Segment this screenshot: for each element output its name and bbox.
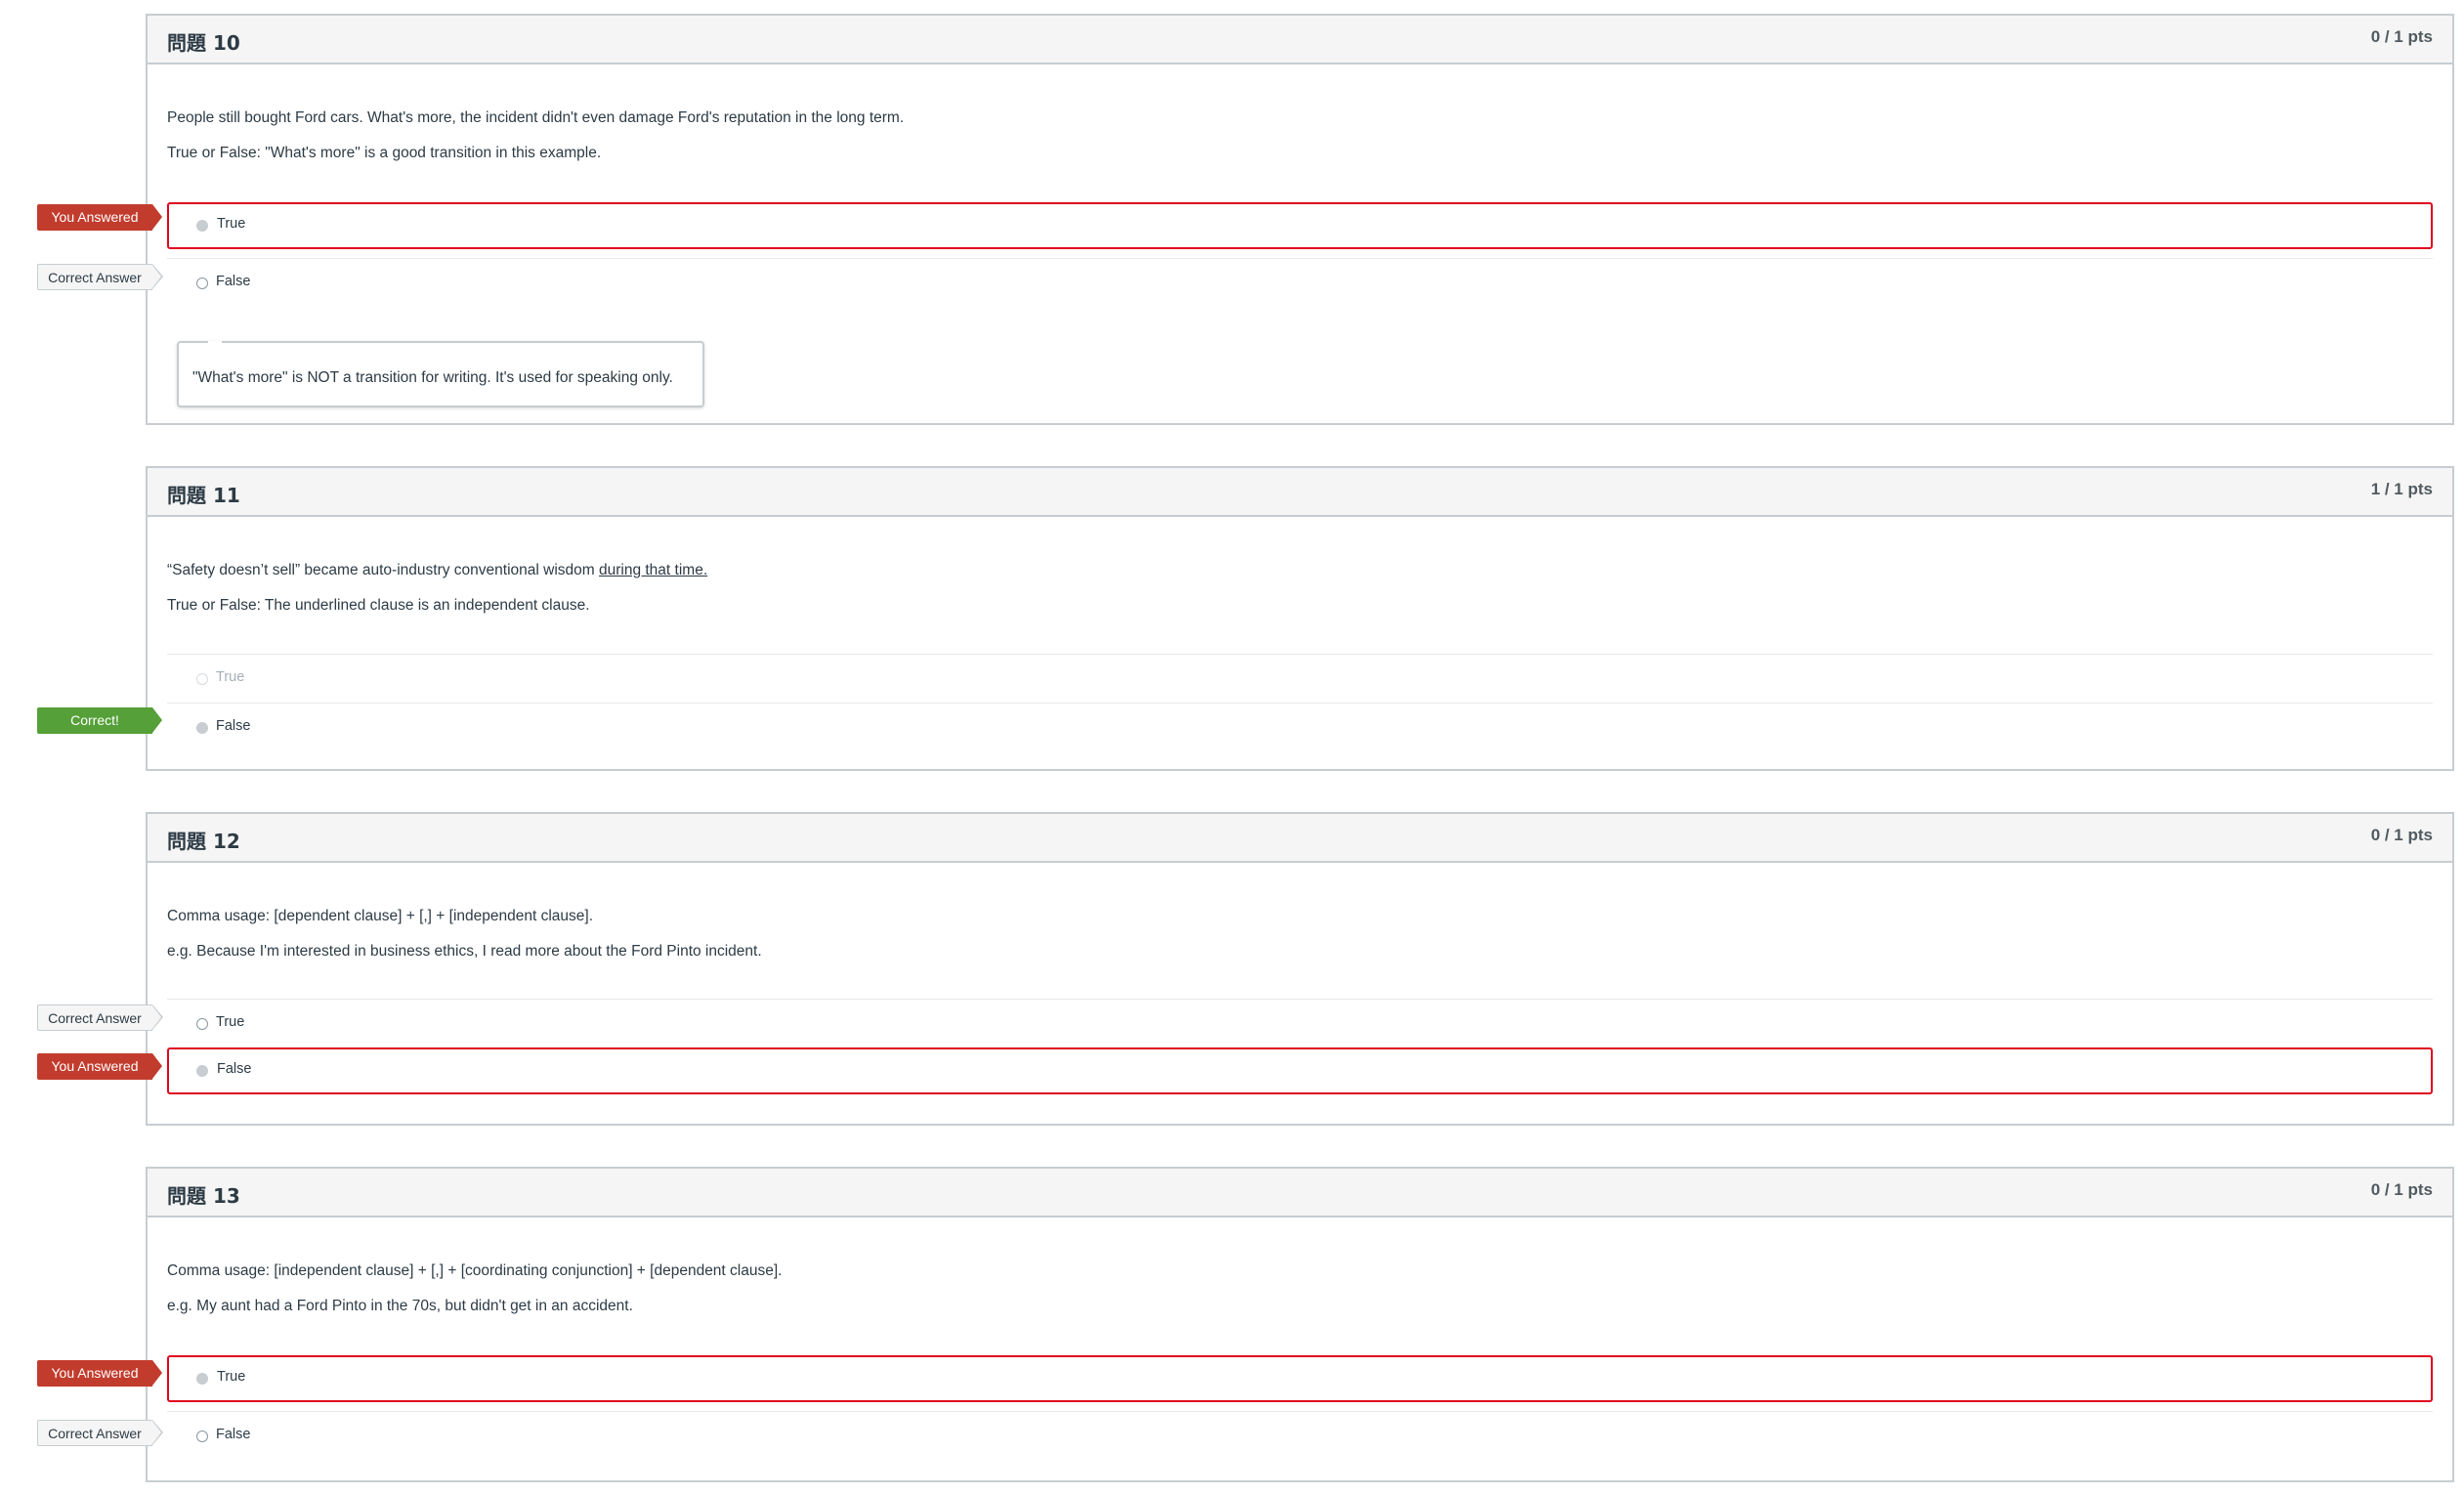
radio-selected-icon[interactable] [196, 220, 208, 232]
you-answered-flag: You Answered [37, 1053, 162, 1080]
question-title: 問題 12 [167, 830, 240, 853]
flag-label: Correct! [70, 712, 119, 728]
radio-icon[interactable] [196, 278, 208, 289]
answer-true[interactable]: True [167, 656, 2433, 703]
question-12: 問題 12 0 / 1 pts Comma usage: [dependent … [146, 812, 2454, 1126]
answer-label: True [216, 669, 245, 685]
question-example: e.g. Because I'm interested in business … [167, 943, 762, 960]
divider [167, 654, 2433, 655]
radio-icon[interactable] [196, 1018, 208, 1030]
question-header: 問題 12 0 / 1 pts [148, 814, 2452, 863]
question-text: People still bought Ford cars. What's mo… [167, 109, 905, 126]
flag-label: You Answered [51, 1365, 139, 1381]
question-points: 0 / 1 pts [2370, 1180, 2433, 1199]
correct-flag: Correct! [37, 707, 162, 734]
question-text: “Safety doesn’t sell” became auto-indust… [167, 562, 707, 579]
question-text-main: “Safety doesn’t sell” became auto-indust… [167, 562, 599, 578]
question-title: 問題 10 [167, 31, 240, 55]
comment-text: "What's more" is NOT a transition for wr… [192, 369, 673, 386]
answer-false[interactable]: False [167, 705, 2433, 751]
correct-answer-flag: Correct Answer [37, 1420, 163, 1446]
answer-false[interactable]: False [167, 1047, 2433, 1094]
flag-label: You Answered [51, 1058, 139, 1074]
underlined-clause: during that time. [598, 562, 708, 578]
question-header: 問題 10 0 / 1 pts [148, 16, 2452, 64]
flag-label: Correct Answer [48, 1426, 142, 1441]
flag-label: Correct Answer [48, 1010, 142, 1026]
question-title: 問題 11 [167, 484, 240, 507]
question-header: 問題 13 0 / 1 pts [148, 1169, 2452, 1217]
comment-tail [208, 341, 222, 347]
question-prompt: True or False: The underlined clause is … [167, 597, 590, 614]
question-points: 0 / 1 pts [2370, 826, 2433, 844]
radio-icon[interactable] [196, 673, 208, 685]
correct-answer-flag: Correct Answer [37, 1004, 163, 1031]
you-answered-flag: You Answered [37, 204, 162, 231]
answer-label: False [216, 274, 251, 289]
question-points: 0 / 1 pts [2370, 27, 2433, 46]
divider [167, 703, 2433, 704]
question-10: 問題 10 0 / 1 pts People still bought Ford… [146, 14, 2454, 425]
divider [167, 1411, 2433, 1412]
answer-true[interactable]: True [167, 202, 2433, 249]
answer-label: False [216, 718, 251, 734]
answer-false[interactable]: False [167, 1413, 2433, 1460]
question-13: 問題 13 0 / 1 pts Comma usage: [independen… [146, 1167, 2454, 1482]
answer-label: True [216, 1014, 245, 1030]
you-answered-flag: You Answered [37, 1360, 162, 1387]
answer-comment: "What's more" is NOT a transition for wr… [177, 341, 704, 407]
answer-label: True [217, 1369, 246, 1385]
answer-label: True [217, 216, 246, 232]
question-text: Comma usage: [independent clause] + [,] … [167, 1262, 783, 1279]
question-title: 問題 13 [167, 1184, 240, 1208]
question-example: e.g. My aunt had a Ford Pinto in the 70s… [167, 1298, 633, 1314]
radio-selected-icon[interactable] [196, 1065, 208, 1077]
question-header: 問題 11 1 / 1 pts [148, 468, 2452, 517]
question-points: 1 / 1 pts [2370, 480, 2433, 498]
divider [167, 258, 2433, 259]
answer-true[interactable]: True [167, 1001, 2433, 1047]
question-prompt: True or False: "What's more" is a good t… [167, 145, 602, 161]
answer-label: False [216, 1427, 251, 1442]
answer-true[interactable]: True [167, 1355, 2433, 1402]
flag-label: Correct Answer [48, 270, 142, 285]
question-text: Comma usage: [dependent clause] + [,] + … [167, 908, 594, 924]
answer-false[interactable]: False [167, 260, 2433, 307]
correct-answer-flag: Correct Answer [37, 264, 163, 290]
divider [167, 999, 2433, 1000]
answer-label: False [217, 1061, 252, 1077]
question-11: 問題 11 1 / 1 pts “Safety doesn’t sell” be… [146, 466, 2454, 771]
flag-label: You Answered [51, 209, 139, 225]
radio-selected-icon[interactable] [196, 722, 208, 734]
radio-selected-icon[interactable] [196, 1373, 208, 1385]
radio-icon[interactable] [196, 1431, 208, 1442]
